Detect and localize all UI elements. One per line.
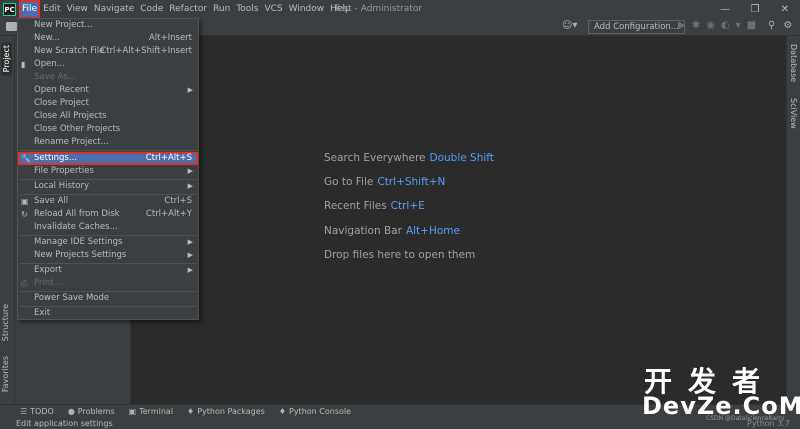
submenu-arrow-icon: ▶ <box>187 266 193 274</box>
run-icon[interactable]: ▶ <box>678 20 686 31</box>
editor-area: Search Everywhere Double Shift Go to File… <box>132 36 786 404</box>
user-icon[interactable]: ☺▾ <box>562 20 577 31</box>
menu-tools[interactable]: Tools <box>233 0 261 19</box>
file-menu-dropdown: New Project... New... Alt+Insert New Scra… <box>17 18 199 320</box>
close-button[interactable]: ✕ <box>770 0 800 19</box>
menu-open[interactable]: ▮ Open... <box>18 58 198 71</box>
maximize-button[interactable]: ❐ <box>740 0 770 19</box>
status-message: Edit application settings <box>16 419 113 428</box>
window-title: Test - Administrator <box>334 4 423 14</box>
watermark-small: CSDN @DataScienceKarry <box>706 415 785 422</box>
minimize-button[interactable]: — <box>710 0 740 19</box>
printer-icon: ⎙ <box>21 279 28 288</box>
problems-tab[interactable]: ● Problems <box>68 407 115 416</box>
run-controls: ▶ ✱ ◉ ◐ ▾ ■ <box>678 20 756 31</box>
menu-new[interactable]: New... Alt+Insert <box>18 32 198 45</box>
menu-local-history[interactable]: Local History ▶ <box>18 180 198 193</box>
menu-invalidate-caches[interactable]: Invalidate Caches... <box>18 221 198 234</box>
menu-vcs[interactable]: VCS <box>261 0 285 19</box>
menu-window[interactable]: Window <box>286 0 328 19</box>
left-tool-stripe: Project Structure Favorites <box>0 36 15 404</box>
python-packages-tab[interactable]: ♦ Python Packages <box>187 407 265 416</box>
menu-power-save-mode[interactable]: Power Save Mode <box>18 292 198 305</box>
toolbar-right: ⚲ ⚙ <box>768 20 792 31</box>
menu-save-as[interactable]: Save As... <box>18 71 198 84</box>
menu-close-project[interactable]: Close Project <box>18 97 198 110</box>
menu-close-other-projects[interactable]: Close Other Projects <box>18 123 198 136</box>
submenu-arrow-icon: ▶ <box>187 238 193 246</box>
menu-separator <box>20 150 196 151</box>
folder-icon[interactable] <box>6 22 17 31</box>
menu-close-all-projects[interactable]: Close All Projects <box>18 110 198 123</box>
submenu-arrow-icon: ▶ <box>187 86 193 94</box>
structure-tab[interactable]: Structure <box>1 304 10 341</box>
gear-icon[interactable]: ⚙ <box>783 20 792 31</box>
submenu-arrow-icon: ▶ <box>187 251 193 259</box>
coverage-icon[interactable]: ◉ <box>706 20 715 31</box>
menu-exit[interactable]: Exit <box>18 307 198 320</box>
menu-export[interactable]: Export ▶ <box>18 264 198 277</box>
right-tool-stripe: Database SciView <box>786 36 800 404</box>
window-controls: — ❐ ✕ <box>710 0 800 19</box>
info-icon: ● <box>67 407 75 416</box>
debug-icon[interactable]: ✱ <box>692 20 700 31</box>
menu-open-recent[interactable]: Open Recent ▶ <box>18 84 198 97</box>
menu-reload-all[interactable]: ↻ Reload All from Disk Ctrl+Alt+Y <box>18 208 198 221</box>
hint-navigation-bar: Navigation Bar Alt+Home <box>324 225 460 237</box>
hint-drop-files: Drop files here to open them <box>324 249 476 261</box>
menu-print[interactable]: ⎙ Print... <box>18 277 198 290</box>
menu-run[interactable]: Run <box>210 0 233 19</box>
terminal-icon: ▣ <box>128 407 137 416</box>
todo-tab[interactable]: ☰ TODO <box>20 407 54 416</box>
more-icon[interactable]: ▾ <box>736 20 741 31</box>
watermark: 开发者 DevZe.CoM CSDN @DataScienceKarry <box>640 360 800 422</box>
python-console-tab[interactable]: ♦ Python Console <box>279 407 351 416</box>
menu-new-projects-settings[interactable]: New Projects Settings ▶ <box>18 249 198 262</box>
terminal-tab[interactable]: ▣ Terminal <box>129 407 173 416</box>
folder-open-icon: ▮ <box>21 60 26 69</box>
menu-manage-ide-settings[interactable]: Manage IDE Settings ▶ <box>18 236 198 249</box>
sciview-tab[interactable]: SciView <box>789 98 798 129</box>
menu-rename-project[interactable]: Rename Project... <box>18 136 198 149</box>
python-icon: ♦ <box>187 407 195 416</box>
menu-code[interactable]: Code <box>137 0 166 19</box>
profile-icon[interactable]: ◐ <box>721 20 730 31</box>
wrench-icon: 🔧 <box>21 154 31 163</box>
favorites-tab[interactable]: Favorites <box>1 356 10 392</box>
menu-save-all[interactable]: ▣ Save All Ctrl+S <box>18 195 198 208</box>
add-configuration-button[interactable]: Add Configuration... <box>588 20 685 34</box>
save-icon: ▣ <box>21 197 29 206</box>
database-tab[interactable]: Database <box>789 44 798 82</box>
refresh-icon: ↻ <box>21 210 28 219</box>
menu-new-project[interactable]: New Project... <box>18 19 198 32</box>
submenu-arrow-icon: ▶ <box>187 182 193 190</box>
menu-refactor[interactable]: Refactor <box>166 0 210 19</box>
submenu-arrow-icon: ▶ <box>187 167 193 175</box>
menu-view[interactable]: View <box>64 0 91 19</box>
menu-navigate[interactable]: Navigate <box>91 0 137 19</box>
pycharm-logo-icon: PC <box>3 3 16 16</box>
menu-file[interactable]: File <box>19 0 41 19</box>
menu-edit[interactable]: Edit <box>40 0 63 19</box>
hint-go-to-file: Go to File Ctrl+Shift+N <box>324 176 446 188</box>
stop-icon[interactable]: ■ <box>747 20 756 31</box>
menu-bar: PC File Edit View Navigate Code Refactor… <box>0 0 800 19</box>
hint-search-everywhere: Search Everywhere Double Shift <box>324 152 494 164</box>
search-icon[interactable]: ⚲ <box>768 20 775 31</box>
menu-settings[interactable]: 🔧 Settings... Ctrl+Alt+S <box>18 152 198 165</box>
menu-new-scratch-file[interactable]: New Scratch File Ctrl+Alt+Shift+Insert <box>18 45 198 58</box>
hint-recent-files: Recent Files Ctrl+E <box>324 200 425 212</box>
project-tab[interactable]: Project <box>1 42 12 76</box>
list-icon: ☰ <box>20 407 28 416</box>
menu-file-properties[interactable]: File Properties ▶ <box>18 165 198 178</box>
python-console-icon: ♦ <box>278 407 286 416</box>
